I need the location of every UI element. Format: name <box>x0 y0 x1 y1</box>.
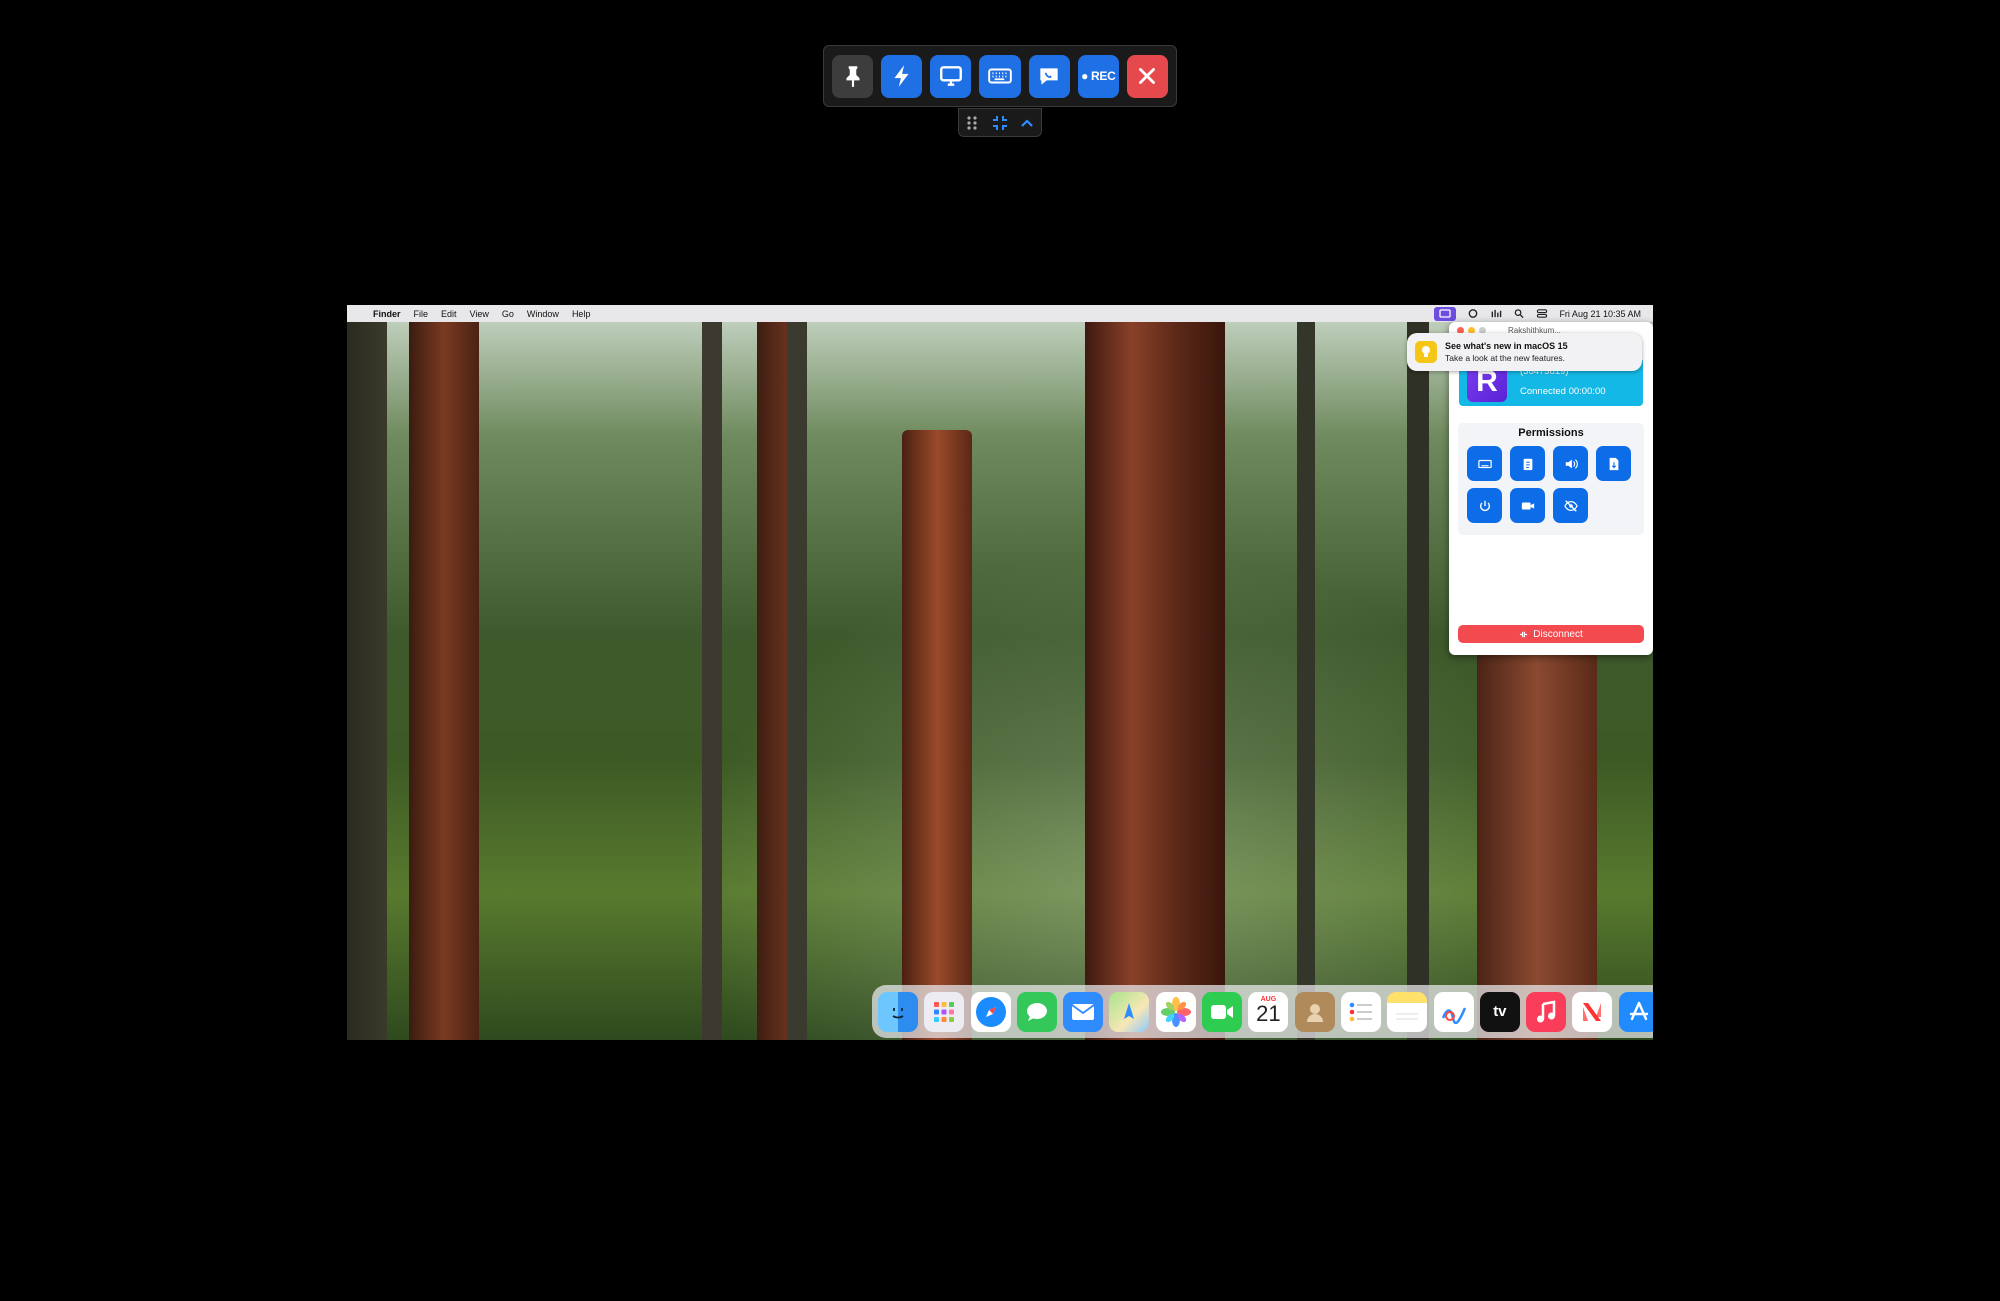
notification-banner[interactable]: See what's new in macOS 15 Take a look a… <box>1407 333 1642 371</box>
close-icon <box>1139 68 1156 84</box>
permission-file-transfer-button[interactable] <box>1596 446 1631 481</box>
menu-window[interactable]: Window <box>527 309 559 319</box>
disconnect-icon <box>1520 631 1528 637</box>
remote-app-status-icon[interactable] <box>1434 306 1457 321</box>
disconnect-button[interactable]: Disconnect <box>1458 625 1644 643</box>
keyboard-icon <box>988 68 1012 84</box>
menu-help[interactable]: Help <box>572 309 591 319</box>
dock-maps[interactable] <box>1109 991 1150 1032</box>
search-icon[interactable] <box>1513 308 1525 319</box>
control-center-icon[interactable] <box>1536 308 1548 319</box>
dock-notes[interactable] <box>1387 991 1428 1032</box>
tips-icon <box>1415 341 1437 363</box>
pin-icon <box>846 66 860 87</box>
dock-calendar[interactable]: AUG 21 <box>1248 991 1289 1032</box>
permission-clipboard-button[interactable] <box>1510 446 1545 481</box>
dock-safari[interactable] <box>970 991 1011 1032</box>
chat-button[interactable] <box>1028 54 1070 98</box>
keyboard-button[interactable] <box>979 54 1021 98</box>
grid-icon[interactable] <box>964 114 982 132</box>
sync-icon[interactable] <box>1467 308 1479 319</box>
permission-video-button[interactable] <box>1510 488 1545 523</box>
lightning-icon <box>894 65 909 87</box>
file-transfer-icon <box>1609 457 1618 470</box>
mac-menu-bar: Finder File Edit View Go Window Help Fri… <box>347 305 1653 322</box>
close-session-button[interactable] <box>1126 54 1168 98</box>
notification-title: See what's new in macOS 15 <box>1445 341 1568 351</box>
video-icon <box>1521 502 1534 509</box>
sound-icon <box>1565 458 1578 469</box>
keyboard-icon <box>1477 459 1492 468</box>
permission-keyboard-button[interactable] <box>1467 446 1502 481</box>
actions-button[interactable] <box>881 54 923 98</box>
dock-contacts[interactable] <box>1294 991 1335 1032</box>
notification-body: Take a look at the new features. <box>1445 353 1566 363</box>
dock-finder[interactable] <box>878 991 918 1032</box>
menu-file[interactable]: File <box>414 309 429 319</box>
dock-reminders[interactable] <box>1340 991 1381 1032</box>
record-label: ● REC <box>1081 69 1116 83</box>
dock-apple-tv[interactable]: tv <box>1479 991 1520 1032</box>
connection-status: Connected 00:00:00 <box>1520 386 1606 397</box>
dock-facetime[interactable] <box>1202 991 1243 1032</box>
dock-news[interactable] <box>1572 991 1613 1032</box>
toolbar-sub-bar <box>958 108 1042 137</box>
record-button[interactable]: ● REC <box>1077 54 1119 98</box>
clipboard-icon <box>1523 458 1532 470</box>
chat-icon <box>1040 68 1058 85</box>
dock-launchpad[interactable] <box>924 991 965 1032</box>
stats-icon[interactable] <box>1490 308 1502 319</box>
dock-music[interactable] <box>1526 991 1567 1032</box>
permission-sound-button[interactable] <box>1553 446 1588 481</box>
calendar-day: 21 <box>1256 1001 1281 1026</box>
menu-view[interactable]: View <box>470 309 489 319</box>
fit-screen-icon[interactable] <box>991 114 1009 132</box>
dock: AUG 21 tv 1 <box>872 985 1653 1038</box>
dock-mail[interactable] <box>1063 991 1104 1032</box>
dock-app-store[interactable] <box>1618 991 1653 1032</box>
pin-button[interactable] <box>832 54 874 98</box>
permissions-section: Permissions <box>1458 423 1644 535</box>
menu-bar-clock[interactable]: Fri Aug 21 10:35 AM <box>1559 309 1641 319</box>
remote-toolbar: ● REC <box>823 45 1177 107</box>
disconnect-label: Disconnect <box>1533 628 1583 640</box>
monitor-icon <box>939 66 962 86</box>
remote-session-panel: Rakshithkum... R (36473819) Connected 00… <box>1449 322 1653 655</box>
permission-privacy-button[interactable] <box>1553 488 1588 523</box>
menu-edit[interactable]: Edit <box>441 309 457 319</box>
menu-go[interactable]: Go <box>502 309 514 319</box>
privacy-icon <box>1563 499 1578 512</box>
restart-icon <box>1479 500 1490 511</box>
display-button[interactable] <box>930 54 972 98</box>
dock-photos[interactable] <box>1155 991 1196 1032</box>
permission-restart-button[interactable] <box>1467 488 1502 523</box>
tv-label: tv <box>1493 1003 1507 1020</box>
menu-finder[interactable]: Finder <box>373 309 401 319</box>
permissions-title: Permissions <box>1518 427 1584 439</box>
dock-messages[interactable] <box>1016 991 1057 1032</box>
dock-freeform[interactable] <box>1433 991 1474 1032</box>
chevron-up-icon[interactable] <box>1018 114 1036 132</box>
